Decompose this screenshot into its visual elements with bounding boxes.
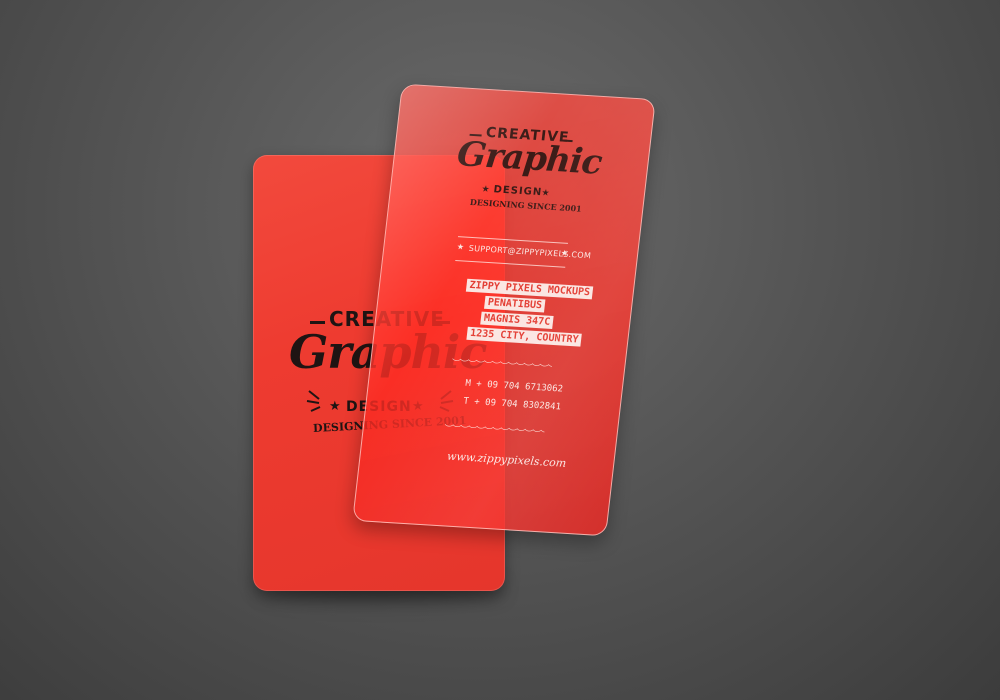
mobile-number: M + 09 704 6713062	[464, 378, 564, 395]
star-icon: ★	[480, 184, 491, 196]
address-line-3: MAGNIS 347C	[480, 311, 554, 329]
star-icon: ★	[560, 248, 569, 258]
address-line-2: PENATIBUS	[484, 295, 546, 313]
star-icon: ★	[329, 399, 341, 414]
wavy-divider: ︶︶︶︶︶︶︶︶︶︶︶︶︶︶	[451, 358, 553, 375]
logo-design-text: DESIGN	[492, 184, 543, 199]
address-line-4: 1235 CITY, COUNTRY	[466, 326, 583, 347]
divider-line	[455, 260, 566, 268]
divider-line	[457, 236, 569, 244]
mockup-scene: CREATIVE Graphic ★ DESIGN ★ DESIGNING SI…	[0, 0, 1000, 700]
logo-graphic-text: Graphic	[455, 134, 604, 183]
logo-rule-left	[310, 321, 325, 324]
star-icon: ★	[456, 242, 465, 252]
wavy-divider: ︶︶︶︶︶︶︶︶︶︶︶︶︶︶	[443, 424, 545, 441]
email-text: SUPPORT@ZIPPYPIXELS.COM	[468, 243, 592, 261]
front-card: CREATIVE Graphic ★ DESIGN ★ DESIGNING SI…	[352, 83, 656, 537]
telephone-number: T + 09 704 8302841	[462, 396, 562, 413]
logo-since-text: DESIGNING SINCE 2001	[469, 196, 583, 214]
star-icon: ★	[540, 188, 551, 199]
website-text: www.zippypixels.com	[446, 449, 567, 470]
